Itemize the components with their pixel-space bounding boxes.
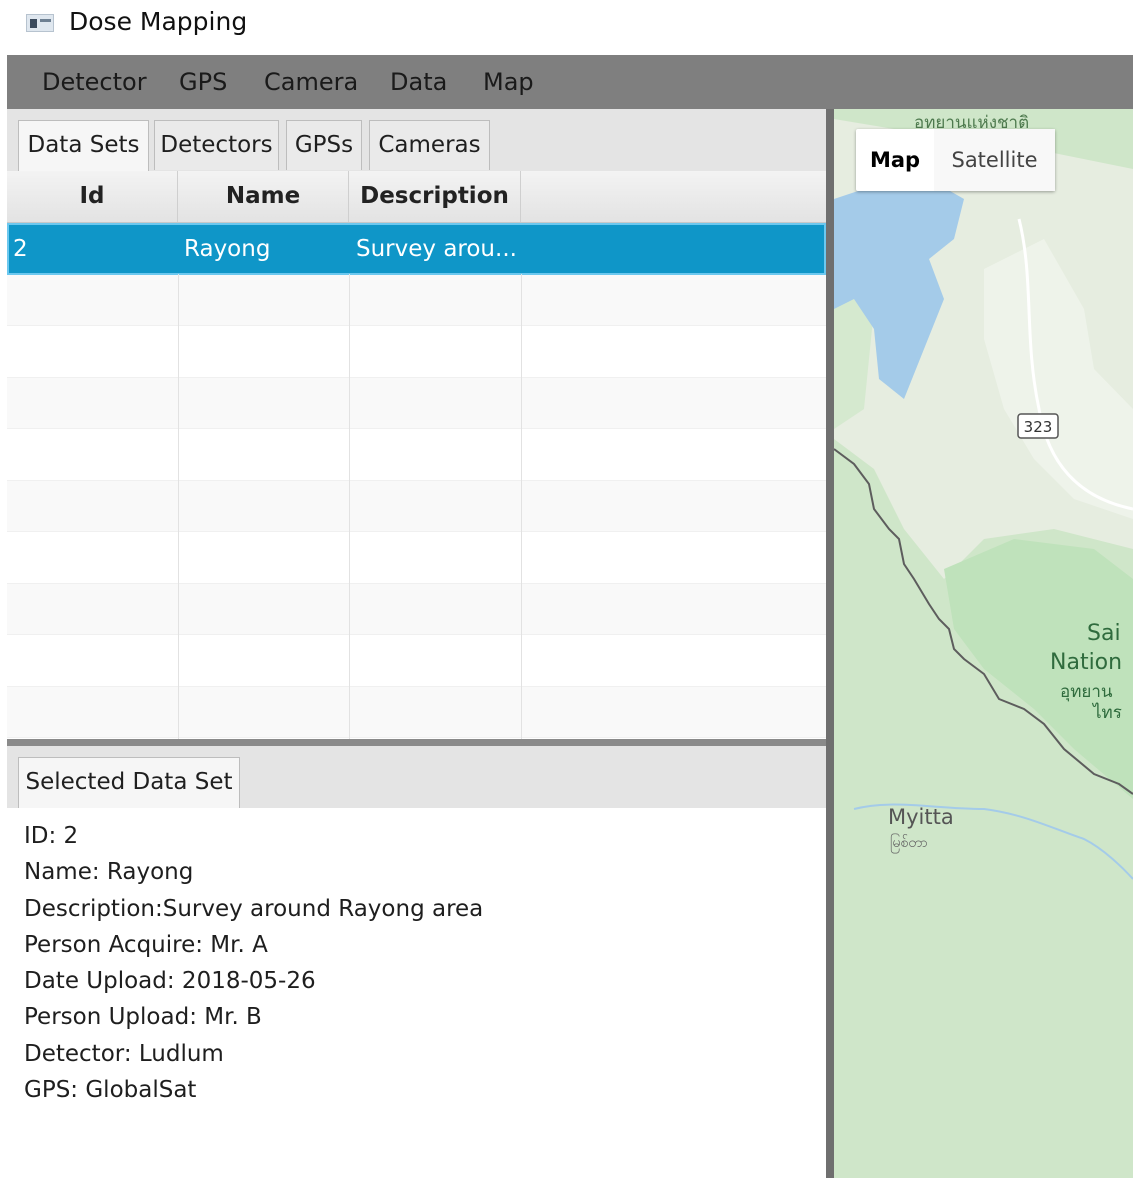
menu-data[interactable]: Data bbox=[390, 55, 447, 109]
table-header: Id Name Description bbox=[7, 171, 826, 223]
map-type-control: Map Satellite bbox=[856, 129, 1055, 191]
tab-bar: Data Sets Detectors GPSs Cameras bbox=[7, 109, 826, 172]
table-body: 2 Rayong Survey arou... bbox=[7, 223, 826, 739]
pane-divider[interactable] bbox=[7, 739, 826, 746]
tab-cameras[interactable]: Cameras bbox=[369, 120, 490, 170]
map-type-map-button[interactable]: Map bbox=[856, 129, 934, 191]
map-view[interactable]: 323 อุทยานแห่งชาติ Map Satellite Sai Nat… bbox=[834, 109, 1133, 1178]
column-divider bbox=[349, 274, 350, 739]
detail-detector: Detector: Ludlum bbox=[24, 1040, 224, 1067]
cell-description: Survey arou... bbox=[356, 236, 517, 262]
table-row[interactable] bbox=[7, 532, 826, 584]
cell-name: Rayong bbox=[184, 236, 271, 262]
app-icon bbox=[26, 14, 54, 32]
map-label-sai-thai-2: ไทร bbox=[1093, 703, 1122, 723]
menu-bar: Detector GPS Camera Data Map bbox=[7, 55, 1133, 109]
column-header-id[interactable]: Id bbox=[7, 171, 178, 222]
table-row[interactable] bbox=[7, 686, 826, 738]
table-row[interactable] bbox=[7, 274, 826, 326]
menu-detector[interactable]: Detector bbox=[42, 55, 147, 109]
column-header-description[interactable]: Description bbox=[349, 171, 521, 222]
column-header-name[interactable]: Name bbox=[178, 171, 349, 222]
menu-gps[interactable]: GPS bbox=[179, 55, 227, 109]
column-divider bbox=[521, 274, 522, 739]
detail-description: Description:Survey around Rayong area bbox=[24, 895, 484, 922]
table-row[interactable]: 2 Rayong Survey arou... bbox=[7, 223, 826, 275]
table-row[interactable] bbox=[7, 635, 826, 687]
table-row[interactable] bbox=[7, 429, 826, 481]
tab-gpss[interactable]: GPSs bbox=[286, 120, 362, 170]
table-row[interactable] bbox=[7, 583, 826, 635]
map-label-nation: Nation bbox=[1050, 650, 1123, 675]
map-label-town-burmese: မြစ်တာ bbox=[890, 835, 928, 851]
tab-selected-data-set[interactable]: Selected Data Set bbox=[18, 757, 240, 809]
table-row[interactable] bbox=[7, 377, 826, 429]
split-pane-divider[interactable] bbox=[826, 109, 834, 1178]
menu-map[interactable]: Map bbox=[483, 55, 534, 109]
table-row[interactable] bbox=[7, 326, 826, 378]
detail-date-upload: Date Upload: 2018-05-26 bbox=[24, 968, 316, 995]
map-road-shield-label: 323 bbox=[1024, 418, 1053, 436]
table-row[interactable] bbox=[7, 480, 826, 532]
detail-person-acquire: Person Acquire: Mr. A bbox=[24, 931, 268, 958]
data-set-details: ID: 2 Name: Rayong Description:Survey ar… bbox=[7, 808, 826, 1178]
left-pane: Data Sets Detectors GPSs Cameras Id Name… bbox=[7, 109, 826, 1178]
selected-tab-bar: Selected Data Set bbox=[7, 746, 826, 809]
detail-person-upload: Person Upload: Mr. B bbox=[24, 1004, 262, 1031]
window-title: Dose Mapping bbox=[69, 7, 248, 36]
detail-name: Name: Rayong bbox=[24, 859, 194, 886]
map-label-town: Myitta bbox=[888, 805, 954, 829]
map-type-satellite-button[interactable]: Satellite bbox=[934, 129, 1055, 191]
column-divider bbox=[178, 274, 179, 739]
map-label-sai: Sai bbox=[1087, 621, 1121, 646]
menu-camera[interactable]: Camera bbox=[264, 55, 358, 109]
tab-detectors[interactable]: Detectors bbox=[154, 120, 279, 170]
tab-data-sets[interactable]: Data Sets bbox=[18, 120, 149, 172]
detail-id: ID: 2 bbox=[24, 823, 79, 849]
title-bar: Dose Mapping bbox=[0, 0, 1133, 54]
cell-id: 2 bbox=[13, 236, 28, 262]
detail-gps: GPS: GlobalSat bbox=[24, 1077, 197, 1104]
